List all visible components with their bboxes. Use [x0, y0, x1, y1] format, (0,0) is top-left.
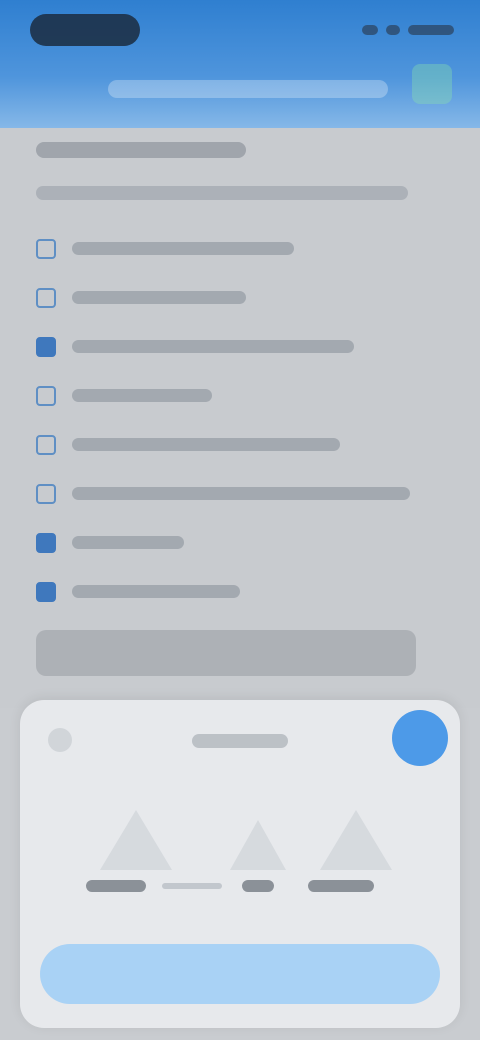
option-1-label	[86, 880, 146, 892]
status-icons	[354, 20, 454, 40]
header-action-button[interactable]	[412, 64, 452, 104]
back-icon[interactable]	[48, 728, 72, 752]
checklist-item[interactable]	[36, 224, 446, 273]
checkbox[interactable]	[36, 385, 56, 406]
status-bar	[0, 0, 480, 60]
checklist-item-label	[72, 291, 246, 304]
option-divider	[162, 883, 222, 889]
section-title	[36, 142, 246, 158]
checklist-item-label	[72, 487, 410, 500]
sheet-options	[72, 810, 408, 910]
checkbox[interactable]	[36, 581, 56, 602]
checklist-item-label	[72, 438, 340, 451]
checklist-item[interactable]	[36, 567, 446, 616]
option-3-icon[interactable]	[320, 810, 392, 870]
main-content	[0, 128, 480, 708]
checklist	[36, 224, 446, 616]
option-1-icon[interactable]	[100, 810, 172, 870]
checklist-item-label	[72, 389, 212, 402]
checkbox[interactable]	[36, 336, 56, 357]
option-2-icon[interactable]	[230, 820, 286, 870]
checkbox[interactable]	[36, 434, 56, 455]
checklist-item[interactable]	[36, 420, 446, 469]
checklist-item-label	[72, 340, 354, 353]
fab-button[interactable]	[392, 710, 448, 766]
option-3-label	[308, 880, 374, 892]
section-description	[36, 186, 408, 200]
note-box	[36, 630, 416, 676]
checkbox[interactable]	[36, 287, 56, 308]
status-time-pill	[30, 14, 140, 46]
checklist-item-label	[72, 536, 184, 549]
checkbox[interactable]	[36, 532, 56, 553]
option-2-label	[242, 880, 274, 892]
checklist-item[interactable]	[36, 469, 446, 518]
checkbox[interactable]	[36, 238, 56, 259]
signal-icon	[362, 25, 378, 35]
sheet-title	[192, 734, 288, 748]
bottom-sheet	[20, 700, 460, 1028]
checklist-item[interactable]	[36, 371, 446, 420]
checklist-item[interactable]	[36, 322, 446, 371]
checkbox[interactable]	[36, 483, 56, 504]
battery-icon	[408, 25, 454, 35]
wifi-icon	[386, 25, 400, 35]
primary-cta-button[interactable]	[40, 944, 440, 1004]
checklist-item[interactable]	[36, 273, 446, 322]
header-title	[108, 80, 388, 98]
checklist-item-label	[72, 585, 240, 598]
checklist-item-label	[72, 242, 294, 255]
checklist-item[interactable]	[36, 518, 446, 567]
app-header	[0, 0, 480, 128]
